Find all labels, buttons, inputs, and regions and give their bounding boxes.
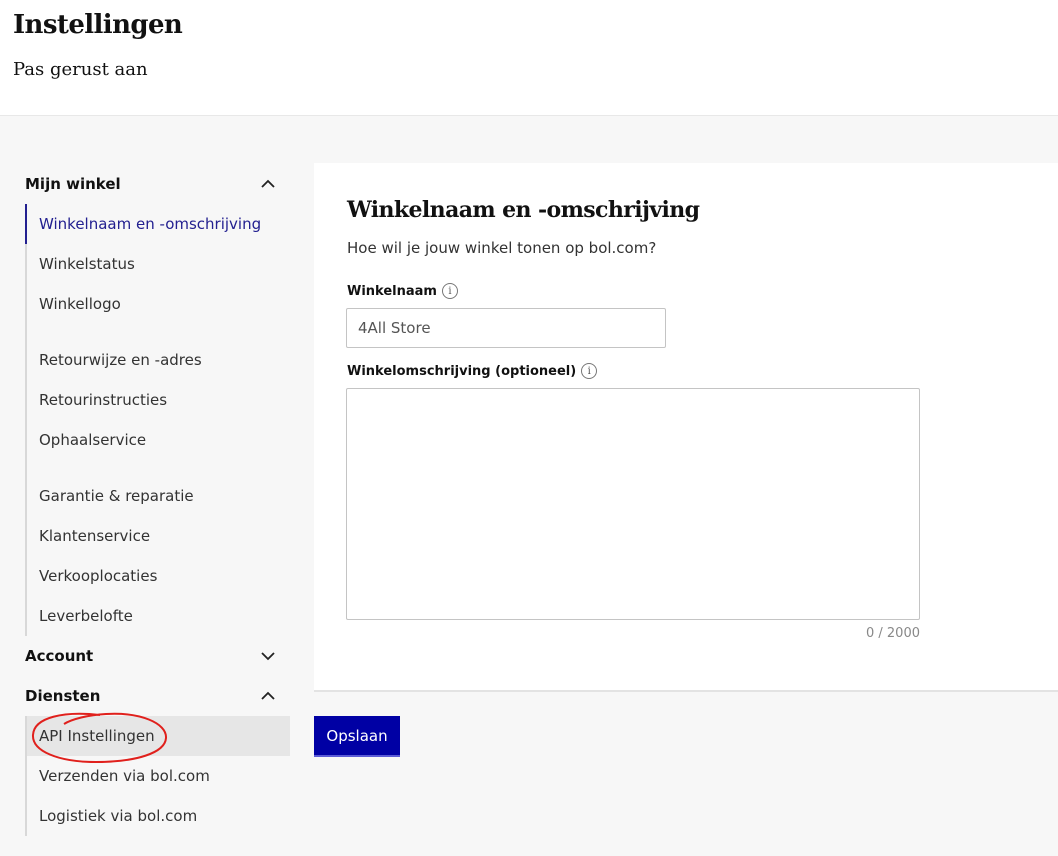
chevron-up-icon <box>261 179 275 188</box>
page-subtitle: Pas gerust aan <box>13 59 148 80</box>
winkelomschrijving-label-text: Winkelomschrijving (optioneel) <box>347 363 577 379</box>
section-mijn-winkel[interactable]: Mijn winkel <box>25 172 280 196</box>
sidebar-item-winkelstatus[interactable]: Winkelstatus <box>27 244 290 284</box>
chevron-up-icon <box>261 691 275 700</box>
winkelnaam-label-text: Winkelnaam <box>347 283 437 299</box>
winkelomschrijving-textarea[interactable] <box>346 388 920 620</box>
sidebar-item-winkellogo[interactable]: Winkellogo <box>27 284 290 324</box>
winkelnaam-label: Winkelnaam i <box>347 283 458 299</box>
sidebar-item-retourwijze[interactable]: Retourwijze en -adres <box>27 340 290 380</box>
chevron-down-icon <box>261 652 275 661</box>
winkelomschrijving-label: Winkelomschrijving (optioneel) i <box>347 363 598 379</box>
character-counter: 0 / 2000 <box>866 626 920 641</box>
sidebar-item-garantie[interactable]: Garantie & reparatie <box>27 476 290 516</box>
section-label: Mijn winkel <box>25 175 121 193</box>
nav-group-diensten: API Instellingen Verzenden via bol.com L… <box>25 716 290 836</box>
section-diensten[interactable]: Diensten <box>25 684 280 708</box>
card-subtitle: Hoe wil je jouw winkel tonen op bol.com? <box>347 239 657 257</box>
card-title: Winkelnaam en -omschrijving <box>347 197 700 223</box>
save-button[interactable]: Opslaan <box>314 716 400 757</box>
sidebar-item-verkooplocaties[interactable]: Verkooplocaties <box>27 556 290 596</box>
sidebar-item-logistiek[interactable]: Logistiek via bol.com <box>27 796 290 836</box>
info-icon[interactable]: i <box>441 283 458 299</box>
nav-group-mijn-winkel: Winkelnaam en -omschrijving Winkelstatus… <box>25 204 290 636</box>
sidebar-item-api-instellingen[interactable]: API Instellingen <box>27 716 290 756</box>
sidebar-item-winkelnaam[interactable]: Winkelnaam en -omschrijving <box>25 204 290 244</box>
section-label: Account <box>25 647 94 665</box>
section-account[interactable]: Account <box>25 644 280 668</box>
sidebar-item-verzenden[interactable]: Verzenden via bol.com <box>27 756 290 796</box>
page-title: Instellingen <box>13 10 183 40</box>
page-header: Instellingen Pas gerust aan <box>0 0 1058 116</box>
sidebar-item-ophaalservice[interactable]: Ophaalservice <box>27 420 290 460</box>
winkelnaam-input[interactable] <box>346 308 666 348</box>
sidebar-item-retourinstructies[interactable]: Retourinstructies <box>27 380 290 420</box>
settings-card: Winkelnaam en -omschrijving Hoe wil je j… <box>314 163 1058 692</box>
sidebar-item-leverbelofte[interactable]: Leverbelofte <box>27 596 290 636</box>
info-icon[interactable]: i <box>581 363 598 379</box>
sidebar-item-klantenservice[interactable]: Klantenservice <box>27 516 290 556</box>
section-label: Diensten <box>25 687 101 705</box>
